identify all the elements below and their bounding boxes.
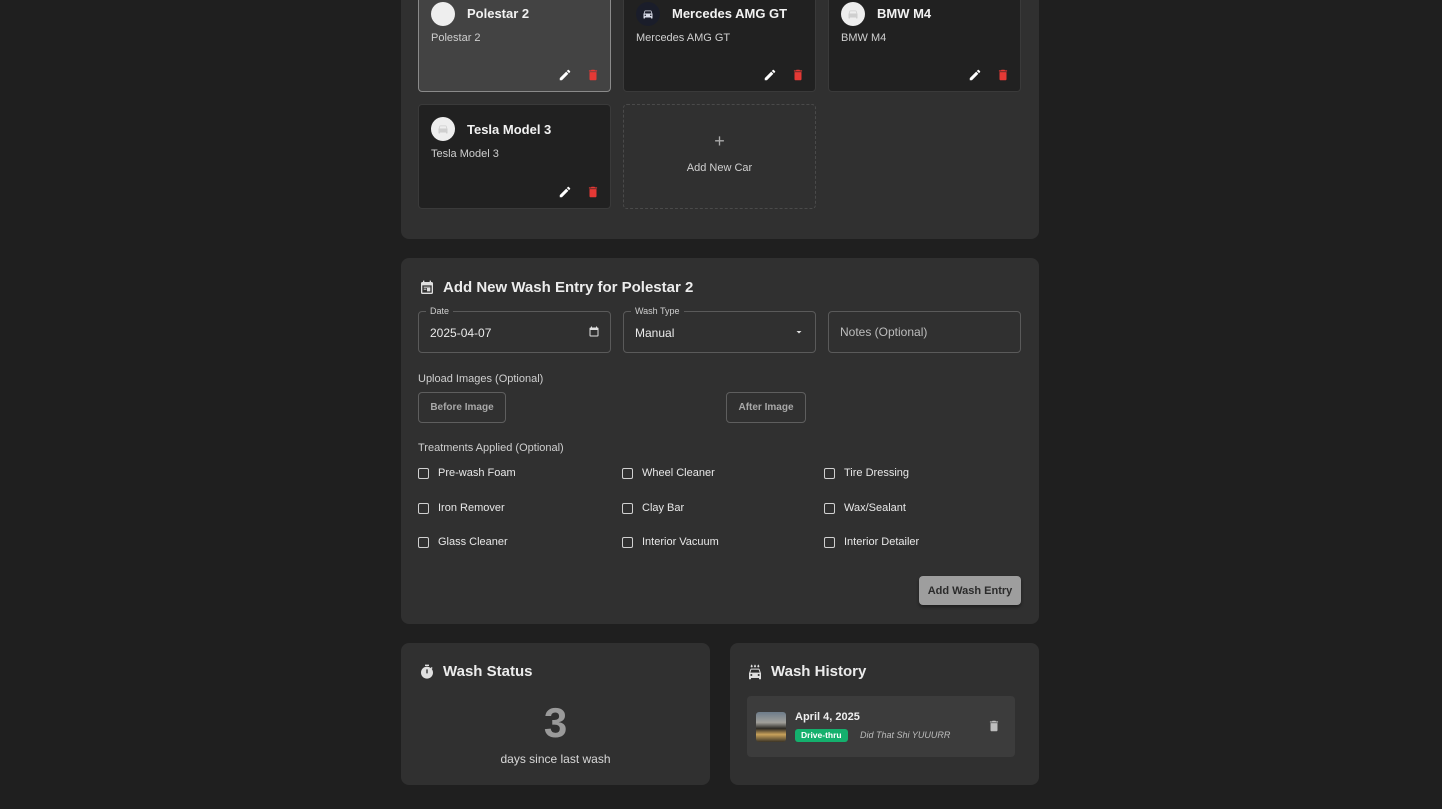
before-image-button[interactable]: Before Image — [418, 392, 506, 423]
treatment-checkbox[interactable]: Clay Bar — [622, 502, 684, 514]
car-card-mercedes-amg-gt[interactable]: Mercedes AMG GT Mercedes AMG GT — [623, 0, 816, 92]
treatment-checkbox[interactable]: Glass Cleaner — [418, 536, 508, 548]
checkbox-box[interactable] — [418, 502, 429, 514]
calendar-icon — [421, 280, 433, 294]
add-new-car-button[interactable]: + Add New Car — [623, 104, 816, 209]
date-value: 2025-04-07 — [430, 326, 492, 340]
treatment-checkbox[interactable]: Interior Vacuum — [622, 536, 719, 548]
treatment-checkbox[interactable]: Wheel Cleaner — [622, 467, 715, 479]
checkbox-box[interactable] — [418, 467, 429, 479]
edit-icon[interactable] — [761, 66, 779, 84]
delete-icon[interactable] — [584, 183, 602, 201]
car-name: Polestar 2 — [467, 6, 530, 21]
checkbox-box[interactable] — [824, 467, 835, 479]
treatment-checkbox[interactable]: Wax/Sealant — [824, 502, 906, 514]
timer-icon — [421, 664, 433, 679]
car-card-tesla-model-3[interactable]: Tesla Model 3 Tesla Model 3 — [418, 104, 611, 209]
calendar-picker-icon[interactable] — [588, 326, 600, 338]
treatment-label: Tire Dressing — [844, 467, 909, 479]
history-note: Did That Shi YUUURR — [860, 730, 951, 740]
edit-icon[interactable] — [556, 66, 574, 84]
treatment-label: Interior Vacuum — [642, 536, 719, 548]
treatment-label: Wheel Cleaner — [642, 467, 715, 479]
car-icon — [636, 2, 660, 26]
upload-images-label: Upload Images (Optional) — [418, 373, 544, 385]
history-item[interactable]: April 4, 2025 Drive-thru Did That Shi YU… — [747, 696, 1015, 757]
delete-icon[interactable] — [584, 66, 602, 84]
car-name: Mercedes AMG GT — [672, 6, 788, 21]
wash-thumbnail[interactable] — [756, 712, 786, 742]
add-wash-entry-button[interactable]: Add Wash Entry — [919, 576, 1021, 605]
after-image-button[interactable]: After Image — [726, 392, 806, 423]
notes-field[interactable]: Notes (Optional) — [828, 311, 1021, 353]
delete-icon[interactable] — [994, 66, 1012, 84]
delete-icon[interactable] — [987, 719, 1001, 733]
edit-icon[interactable] — [966, 66, 984, 84]
plus-icon: + — [714, 131, 725, 151]
days-since-caption: days since last wash — [500, 752, 611, 766]
delete-icon[interactable] — [789, 66, 807, 84]
treatment-label: Pre-wash Foam — [438, 467, 516, 479]
wash-status-title: Wash Status — [419, 663, 532, 680]
checkbox-box[interactable] — [622, 502, 633, 514]
checkbox-box[interactable] — [824, 502, 835, 514]
car-subtitle: BMW M4 — [841, 32, 887, 44]
wash-type-legend: Wash Type — [631, 306, 684, 317]
days-since-wash-count: 3 — [543, 699, 568, 746]
wash-form-title: Add New Wash Entry for Polestar 2 — [419, 279, 693, 296]
wash-form-title-text: Add New Wash Entry for Polestar 2 — [443, 279, 694, 296]
car-icon — [841, 2, 865, 26]
car-name: Tesla Model 3 — [467, 122, 552, 137]
treatment-label: Wax/Sealant — [844, 502, 906, 514]
checkbox-box[interactable] — [622, 467, 633, 479]
wash-history-title: Wash History — [747, 663, 866, 680]
checkbox-box[interactable] — [824, 536, 835, 548]
car-icon — [431, 117, 455, 141]
car-subtitle: Tesla Model 3 — [431, 148, 499, 160]
treatment-checkbox[interactable]: Pre-wash Foam — [418, 467, 516, 479]
treatments-label: Treatments Applied (Optional) — [418, 442, 564, 454]
car-subtitle: Mercedes AMG GT — [636, 32, 731, 44]
checkbox-box[interactable] — [622, 536, 633, 548]
wash-status-title-text: Wash Status — [443, 663, 533, 680]
wash-type-value: Manual — [635, 326, 675, 340]
dropdown-arrow-icon — [796, 331, 802, 334]
notes-placeholder: Notes (Optional) — [840, 325, 928, 339]
checkbox-box[interactable] — [418, 536, 429, 548]
treatment-label: Glass Cleaner — [438, 536, 508, 548]
treatment-checkbox[interactable]: Tire Dressing — [824, 467, 909, 479]
date-legend: Date — [426, 306, 454, 317]
date-field[interactable]: Date 2025-04-07 — [418, 306, 611, 353]
car-subtitle: Polestar 2 — [431, 32, 481, 44]
edit-icon[interactable] — [556, 183, 574, 201]
history-date: April 4, 2025 — [795, 711, 860, 723]
treatment-label: Clay Bar — [642, 502, 685, 514]
treatment-label: Iron Remover — [438, 502, 505, 514]
treatment-checkbox[interactable]: Iron Remover — [418, 502, 505, 514]
wash-history-title-text: Wash History — [771, 663, 867, 680]
car-card-polestar-2[interactable]: Polestar 2 Polestar 2 — [418, 0, 611, 92]
wash-type-select[interactable]: Wash Type Manual — [623, 306, 816, 353]
car-card-bmw-m4[interactable]: BMW M4 BMW M4 — [828, 0, 1021, 92]
add-car-label: Add New Car — [686, 162, 753, 174]
car-wash-icon — [749, 664, 761, 679]
car-name: BMW M4 — [877, 6, 932, 21]
treatment-checkbox[interactable]: Interior Detailer — [824, 536, 919, 548]
car-avatar — [431, 2, 455, 26]
wash-type-badge: Drive-thru — [795, 729, 848, 742]
treatment-label: Interior Detailer — [844, 536, 920, 548]
